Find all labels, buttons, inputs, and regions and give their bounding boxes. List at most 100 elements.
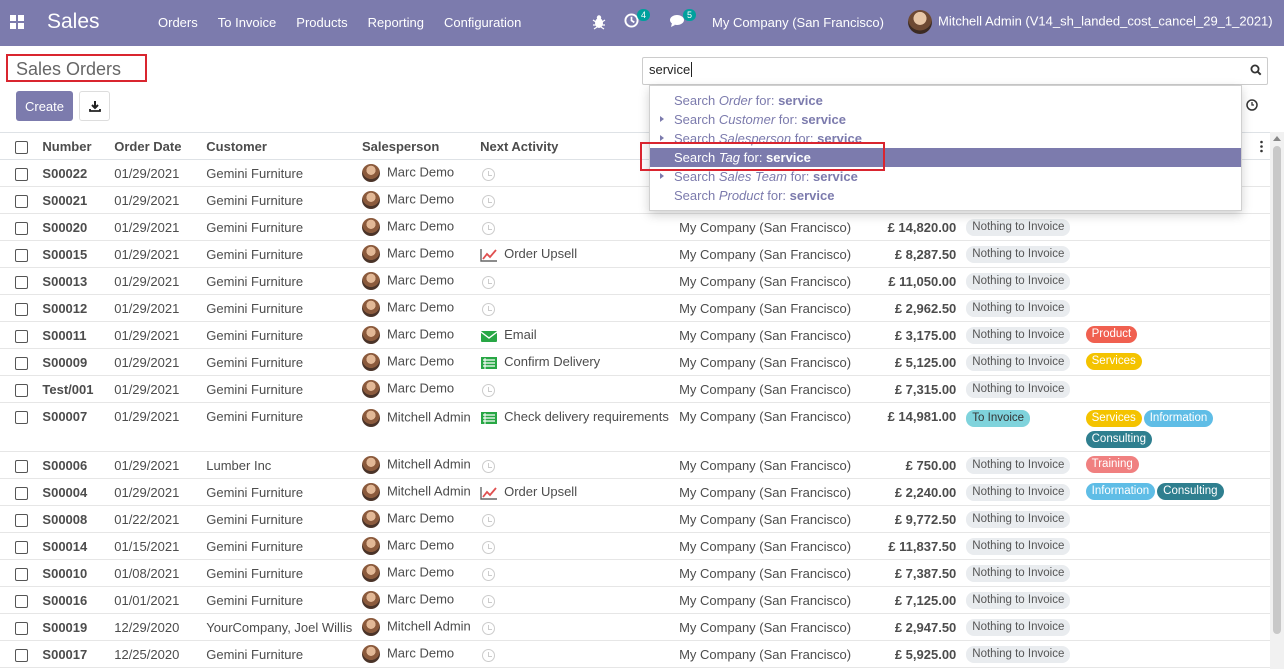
schedule-activity-clock-icon[interactable] (482, 513, 496, 527)
schedule-activity-clock-icon[interactable] (482, 167, 496, 181)
table-row[interactable]: S00004 01/29/2021 Gemini Furniture Mitchell… (0, 478, 1284, 506)
row-checkbox-cell[interactable] (0, 348, 39, 376)
row-checkbox-cell[interactable] (0, 294, 39, 322)
upsell-chart-icon[interactable] (480, 486, 498, 500)
row-checkbox[interactable] (15, 411, 28, 425)
schedule-activity-clock-icon[interactable] (482, 594, 496, 608)
search-option[interactable]: Search Product for: service (650, 186, 1241, 205)
activity-menu[interactable]: 4 (624, 9, 651, 28)
select-all-checkbox-cell[interactable] (0, 132, 39, 160)
column-options-icon[interactable] (1260, 140, 1263, 153)
row-checkbox[interactable] (15, 486, 28, 500)
table-row[interactable]: S00020 01/29/2021 Gemini Furniture Marc Dem… (0, 213, 1284, 241)
row-checkbox[interactable] (15, 329, 28, 343)
upsell-chart-icon[interactable] (480, 248, 498, 262)
row-checkbox[interactable] (15, 302, 28, 316)
table-row[interactable]: S00015 01/29/2021 Gemini Furniture Marc Dem… (0, 240, 1284, 268)
table-row[interactable]: S00011 01/29/2021 Gemini Furniture Marc Dem… (0, 321, 1284, 349)
schedule-activity-clock-icon[interactable] (482, 221, 496, 235)
schedule-activity-clock-icon[interactable] (482, 621, 496, 635)
table-row[interactable]: S00009 01/29/2021 Gemini Furniture Marc Dem… (0, 348, 1284, 376)
row-checkbox-cell[interactable] (0, 478, 39, 506)
row-checkbox[interactable] (15, 248, 28, 262)
row-checkbox-cell[interactable] (0, 186, 39, 214)
menu-orders[interactable]: Orders (158, 15, 198, 30)
table-row[interactable]: S00019 12/29/2020 YourCompany, Joel Willis… (0, 613, 1284, 641)
menu-configuration[interactable]: Configuration (444, 15, 521, 30)
row-checkbox-cell[interactable] (0, 559, 39, 587)
table-row[interactable]: S00012 01/29/2021 Gemini Furniture Marc Dem… (0, 294, 1284, 322)
row-checkbox-cell[interactable] (0, 640, 39, 668)
search-icon[interactable] (1250, 64, 1262, 76)
table-row[interactable]: S00017 12/25/2020 Gemini Furniture Marc Dem… (0, 640, 1284, 668)
col-order-date[interactable]: Order Date (110, 132, 203, 160)
row-checkbox[interactable] (15, 540, 28, 554)
todo-list-icon[interactable] (480, 411, 498, 425)
apps-menu-icon[interactable] (10, 15, 24, 29)
row-checkbox[interactable] (15, 275, 28, 289)
table-row[interactable]: S00013 01/29/2021 Gemini Furniture Marc Dem… (0, 267, 1284, 295)
row-checkbox[interactable] (15, 648, 28, 662)
row-checkbox[interactable] (15, 194, 28, 208)
schedule-activity-clock-icon[interactable] (482, 383, 496, 397)
scrollbar-thumb[interactable] (1273, 146, 1281, 634)
create-button[interactable]: Create (16, 91, 73, 121)
row-checkbox-cell[interactable] (0, 240, 39, 268)
row-checkbox-cell[interactable] (0, 321, 39, 349)
row-checkbox[interactable] (15, 621, 28, 635)
table-row[interactable]: Test/001 01/29/2021 Gemini Furniture Marc D… (0, 375, 1284, 403)
select-all-checkbox[interactable] (15, 140, 28, 154)
row-checkbox-cell[interactable] (0, 505, 39, 533)
activity-view-icon[interactable] (1242, 95, 1262, 115)
row-checkbox-cell[interactable] (0, 375, 39, 403)
schedule-activity-clock-icon[interactable] (482, 194, 496, 208)
app-brand[interactable]: Sales (47, 10, 100, 34)
scroll-up-arrow-icon[interactable] (1273, 136, 1281, 141)
tags-cell: Training (1081, 451, 1284, 479)
row-checkbox[interactable] (15, 221, 28, 235)
row-checkbox-cell[interactable] (0, 402, 39, 452)
search-option[interactable]: Search Customer for: service (650, 110, 1241, 129)
col-number[interactable]: Number (38, 132, 111, 160)
search-input[interactable]: service (642, 57, 1268, 85)
row-checkbox-cell[interactable] (0, 159, 39, 187)
company-switcher[interactable]: My Company (San Francisco) (712, 15, 884, 30)
search-option[interactable]: Search Order for: service (650, 91, 1241, 110)
row-checkbox[interactable] (15, 513, 28, 527)
table-row[interactable]: S00008 01/22/2021 Gemini Furniture Marc Dem… (0, 505, 1284, 533)
user-menu[interactable]: Mitchell Admin (V14_sh_landed_cost_cance… (908, 10, 1273, 34)
row-checkbox[interactable] (15, 356, 28, 370)
schedule-activity-clock-icon[interactable] (482, 567, 496, 581)
table-row[interactable]: S00016 01/01/2021 Gemini Furniture Marc Dem… (0, 586, 1284, 614)
table-row[interactable]: S00010 01/08/2021 Gemini Furniture Marc Dem… (0, 559, 1284, 587)
table-row[interactable]: S00007 01/29/2021 Gemini Furniture Mitchell… (0, 402, 1284, 452)
schedule-activity-clock-icon[interactable] (482, 648, 496, 662)
menu-to-invoice[interactable]: To Invoice (218, 15, 277, 30)
todo-list-icon[interactable] (480, 356, 498, 370)
bug-icon[interactable] (592, 14, 606, 30)
col-customer[interactable]: Customer (202, 132, 358, 160)
schedule-activity-clock-icon[interactable] (482, 275, 496, 289)
row-checkbox-cell[interactable] (0, 532, 39, 560)
menu-products[interactable]: Products (296, 15, 347, 30)
download-button[interactable] (79, 91, 110, 121)
row-checkbox-cell[interactable] (0, 213, 39, 241)
row-checkbox[interactable] (15, 594, 28, 608)
row-checkbox-cell[interactable] (0, 267, 39, 295)
table-row[interactable]: S00006 01/29/2021 Lumber Inc Mitchell Admin… (0, 451, 1284, 479)
row-checkbox[interactable] (15, 459, 28, 473)
row-checkbox-cell[interactable] (0, 586, 39, 614)
schedule-activity-clock-icon[interactable] (482, 459, 496, 473)
schedule-activity-clock-icon[interactable] (482, 302, 496, 316)
menu-reporting[interactable]: Reporting (368, 15, 424, 30)
row-checkbox-cell[interactable] (0, 451, 39, 479)
row-checkbox[interactable] (15, 567, 28, 581)
schedule-activity-clock-icon[interactable] (482, 540, 496, 554)
row-checkbox-cell[interactable] (0, 613, 39, 641)
email-icon[interactable] (480, 329, 498, 343)
messaging-menu[interactable]: 5 (669, 9, 697, 28)
table-row[interactable]: S00014 01/15/2021 Gemini Furniture Marc Dem… (0, 532, 1284, 560)
col-salesperson[interactable]: Salesperson (357, 132, 477, 160)
row-checkbox[interactable] (15, 167, 28, 181)
row-checkbox[interactable] (15, 383, 28, 397)
